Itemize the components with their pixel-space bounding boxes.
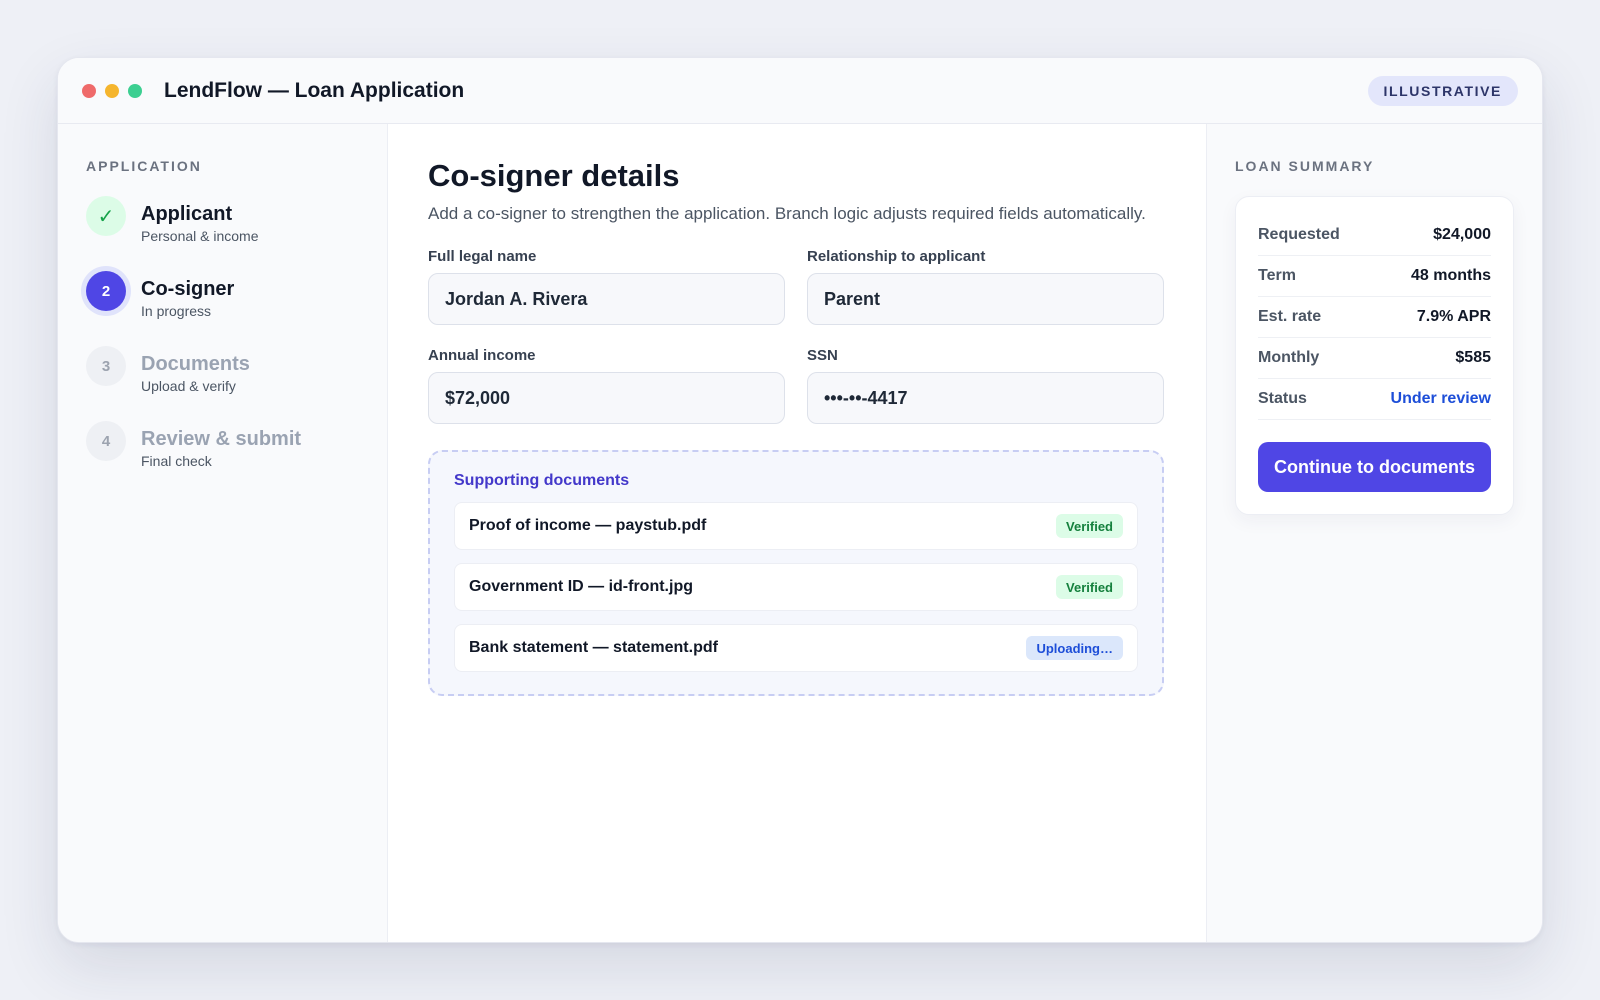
minimize-window-button[interactable]: [105, 83, 119, 98]
summary-key: Status: [1258, 390, 1307, 407]
maximize-window-button[interactable]: [128, 83, 142, 98]
summary-section-label: LOAN SUMMARY: [1235, 158, 1375, 174]
step-documents[interactable]: 3 Documents Upload & verify: [86, 346, 359, 421]
annual-income-field-group: Annual income $72,000: [428, 347, 785, 424]
relationship-input[interactable]: Parent: [807, 273, 1164, 325]
step-title: Co-signer: [141, 278, 235, 300]
document-name: Proof of income — paystub.pdf: [469, 517, 707, 534]
step-title: Applicant: [141, 203, 233, 225]
ssn-input[interactable]: •••-••-4417: [807, 372, 1164, 424]
loan-summary-panel: LOAN SUMMARY Requested $24,000 Term 48 m…: [1206, 124, 1542, 942]
steps-sidebar: APPLICATION ✓ Applicant Personal & incom…: [58, 124, 388, 942]
field-label: SSN: [807, 347, 838, 364]
continue-to-documents-button[interactable]: Continue to documents: [1258, 442, 1491, 492]
full-name-input[interactable]: Jordan A. Rivera: [428, 273, 785, 325]
step-number: 4: [86, 421, 126, 461]
window-controls: [82, 83, 142, 98]
documents-title: Supporting documents: [454, 472, 630, 489]
summary-key: Requested: [1258, 226, 1340, 243]
document-row[interactable]: Government ID — id-front.jpg Verified: [454, 563, 1138, 611]
step-subtitle: In progress: [141, 303, 212, 319]
step-number: 2: [86, 271, 126, 311]
title-bar: LendFlow — Loan Application ILLUSTRATIVE: [58, 58, 1542, 124]
step-review-submit[interactable]: 4 Review & submit Final check: [86, 421, 359, 496]
summary-value: 7.9% APR: [1416, 308, 1491, 325]
status-badge: Verified: [1056, 575, 1123, 599]
document-row[interactable]: Proof of income — paystub.pdf Verified: [454, 502, 1138, 550]
window-title: LendFlow — Loan Application: [164, 78, 465, 102]
step-applicant[interactable]: ✓ Applicant Personal & income: [86, 196, 359, 271]
field-label: Full legal name: [428, 248, 537, 265]
status-badge: Verified: [1056, 514, 1123, 538]
document-name: Bank statement — statement.pdf: [469, 639, 718, 656]
page-title: Co-signer details: [428, 158, 680, 193]
co-signer-form: Full legal name Jordan A. Rivera Relatio…: [428, 248, 1166, 424]
summary-value: 48 months: [1410, 267, 1491, 284]
close-window-button[interactable]: [82, 83, 96, 98]
check-icon: ✓: [86, 196, 126, 236]
step-list: ✓ Applicant Personal & income 2 Co-signe…: [86, 196, 359, 496]
step-subtitle: Upload & verify: [141, 378, 236, 394]
step-subtitle: Personal & income: [141, 228, 259, 244]
summary-key: Est. rate: [1258, 308, 1322, 325]
field-label: Annual income: [428, 347, 536, 364]
annual-income-input[interactable]: $72,000: [428, 372, 785, 424]
ssn-field-group: SSN •••-••-4417: [807, 347, 1164, 424]
step-title: Documents: [141, 353, 250, 375]
status-link[interactable]: Under review: [1391, 390, 1491, 408]
full-name-field-group: Full legal name Jordan A. Rivera: [428, 248, 785, 325]
document-row[interactable]: Bank statement — statement.pdf Uploading…: [454, 624, 1138, 672]
summary-card: Requested $24,000 Term 48 months Est. ra…: [1235, 196, 1514, 515]
summary-row-term: Term 48 months: [1258, 256, 1491, 297]
step-title: Review & submit: [141, 428, 302, 450]
step-co-signer[interactable]: 2 Co-signer In progress: [86, 271, 359, 346]
document-name: Government ID — id-front.jpg: [469, 578, 693, 595]
page-subtitle: Add a co-signer to strengthen the applic…: [428, 204, 1146, 223]
field-label: Relationship to applicant: [807, 248, 986, 265]
summary-value: $24,000: [1433, 226, 1491, 243]
status-badge: Uploading…: [1026, 636, 1123, 660]
supporting-documents-dropzone[interactable]: Supporting documents Proof of income — p…: [428, 450, 1164, 696]
summary-value: $585: [1455, 349, 1491, 366]
main-panel: Co-signer details Add a co-signer to str…: [388, 124, 1206, 942]
sidebar-section-label: APPLICATION: [86, 158, 202, 174]
step-subtitle: Final check: [141, 453, 212, 469]
relationship-field-group: Relationship to applicant Parent: [807, 248, 1164, 325]
summary-key: Term: [1258, 267, 1296, 284]
step-number: 3: [86, 346, 126, 386]
summary-key: Monthly: [1258, 349, 1320, 366]
summary-row-rate: Est. rate 7.9% APR: [1258, 297, 1491, 338]
app-window: LendFlow — Loan Application ILLUSTRATIVE…: [57, 57, 1543, 943]
summary-row-requested: Requested $24,000: [1258, 215, 1491, 256]
illustrative-badge: ILLUSTRATIVE: [1367, 76, 1518, 106]
summary-row-monthly: Monthly $585: [1258, 338, 1491, 379]
summary-row-status: Status Under review: [1258, 379, 1491, 420]
